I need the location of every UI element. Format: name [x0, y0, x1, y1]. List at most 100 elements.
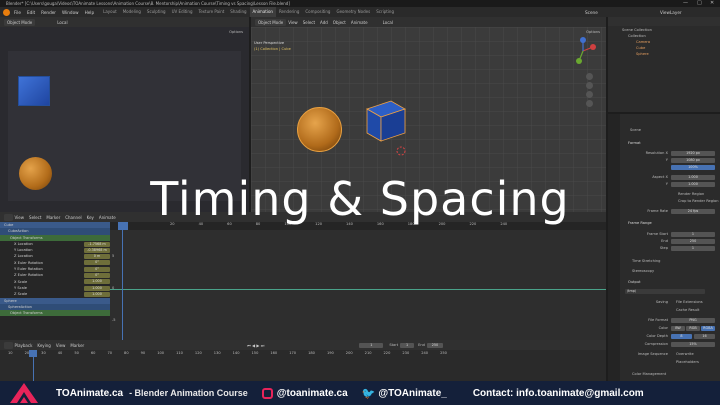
cube-object-3d[interactable]: [361, 97, 411, 145]
camera-transform-dropdown[interactable]: Local: [57, 20, 67, 25]
channel-value[interactable]: 0°: [84, 273, 110, 279]
footer-twitter[interactable]: @TOAnimate_: [378, 388, 446, 399]
channel-value[interactable]: 1.000: [84, 285, 110, 291]
tab-texture-paint[interactable]: Texture Paint: [195, 7, 227, 17]
viewport-options-button[interactable]: Options: [586, 30, 600, 34]
resolution-y-field[interactable]: 1080 px: [671, 158, 715, 163]
tab-animation[interactable]: Animation: [249, 7, 276, 17]
camera-options-button[interactable]: Options: [229, 30, 243, 34]
maximize-button[interactable]: □: [697, 0, 702, 7]
current-frame-field[interactable]: 1: [359, 342, 384, 348]
menu-render[interactable]: Render: [41, 10, 56, 15]
menu-animate[interactable]: Animate: [351, 20, 368, 25]
graph-y-tick: 5: [112, 254, 115, 258]
output-path-field[interactable]: /tmp\: [625, 289, 705, 294]
overwrite-checkbox[interactable]: Overwrite: [676, 352, 694, 356]
resolution-percent-field[interactable]: 100%: [671, 165, 715, 170]
timeline-playhead[interactable]: [33, 357, 34, 381]
footer-contact[interactable]: Contact: info.toanimate@gmail.com: [473, 388, 644, 399]
timeline-start-field[interactable]: 1: [400, 342, 415, 348]
channel-value[interactable]: -1.7568 m: [84, 241, 110, 247]
color-rgb-button[interactable]: RGB: [686, 326, 700, 331]
compression-slider[interactable]: 15%: [671, 342, 715, 347]
navigation-gizmo[interactable]: [569, 37, 597, 65]
format-section[interactable]: Format: [628, 141, 641, 145]
menu-help[interactable]: Help: [85, 10, 95, 15]
camera-mode-dropdown[interactable]: Object Mode: [4, 18, 36, 26]
outliner-header: [608, 17, 720, 26]
graph-playhead[interactable]: [122, 230, 123, 340]
playback-controls[interactable]: ⏮ ◀ ▶ ⏭: [247, 343, 264, 348]
tab-modeling[interactable]: Modeling: [120, 7, 144, 17]
frame-end-field[interactable]: 250: [671, 239, 715, 244]
ruler-label: 120: [194, 351, 202, 355]
3d-cursor-icon: [396, 146, 406, 156]
ruler-label: 130: [213, 351, 221, 355]
close-button[interactable]: ✕: [710, 0, 714, 7]
channel-value[interactable]: 0°: [84, 260, 110, 266]
menu-object[interactable]: Object: [333, 20, 346, 25]
output-section[interactable]: Output: [628, 280, 640, 284]
properties-tab-bar[interactable]: [608, 114, 620, 381]
channel-value[interactable]: 0 m: [84, 254, 110, 260]
graph-area[interactable]: 20 40 60 80 100 120 140 160 180 200 220 …: [110, 222, 606, 340]
camera-view-header: Object Mode Local: [0, 17, 249, 27]
tab-scripting[interactable]: Scripting: [373, 7, 397, 17]
frame-step-field[interactable]: 1: [671, 246, 715, 251]
timeline-menu-keying[interactable]: Keying: [37, 343, 50, 348]
channel-sphere-transforms[interactable]: Object Transforms: [0, 310, 110, 317]
tab-rendering[interactable]: Rendering: [276, 7, 302, 17]
timeline-ruler: 10 20 30 40 50 60 70 80 90 100 110 120 1…: [8, 351, 447, 355]
minimize-button[interactable]: —: [683, 0, 688, 7]
menu-view[interactable]: View: [288, 20, 298, 25]
menu-edit[interactable]: Edit: [27, 10, 35, 15]
file-extensions-checkbox[interactable]: File Extensions: [676, 300, 703, 304]
frame-start-field[interactable]: 1: [671, 232, 715, 237]
tab-shading[interactable]: Shading: [227, 7, 249, 17]
channel-value[interactable]: 1.000: [84, 291, 110, 297]
blender-logo-icon[interactable]: [3, 8, 10, 16]
timeline-menu-playback[interactable]: Playback: [15, 343, 33, 348]
cache-result-checkbox[interactable]: Cache Result: [676, 308, 699, 312]
menu-add[interactable]: Add: [320, 20, 328, 25]
viewport-nav-buttons[interactable]: [581, 71, 597, 131]
color-depth-8-button[interactable]: 8: [671, 334, 692, 339]
menu-window[interactable]: Window: [62, 10, 79, 15]
channel-value[interactable]: 1.000: [84, 279, 110, 285]
color-bw-button[interactable]: BW: [671, 326, 685, 331]
cube-object[interactable]: [18, 76, 50, 106]
timeline-end-field[interactable]: 250: [426, 342, 443, 348]
timeline-menu-view[interactable]: View: [56, 343, 66, 348]
ruler-label: 230: [402, 351, 410, 355]
resolution-x-field[interactable]: 1920 px: [671, 151, 715, 156]
object-mode-dropdown[interactable]: Object Mode: [255, 18, 287, 26]
footer-instagram[interactable]: @toanimate.ca: [277, 388, 348, 399]
color-depth-16-button[interactable]: 16: [694, 334, 715, 339]
channel-value[interactable]: 0°: [84, 266, 110, 272]
tab-geometry-nodes[interactable]: Geometry Nodes: [333, 7, 373, 17]
tab-compositing[interactable]: Compositing: [302, 7, 333, 17]
stereoscopy-section[interactable]: Stereoscopy: [632, 269, 654, 273]
sphere-object-3d[interactable]: [297, 107, 342, 152]
tab-uv-editing[interactable]: UV Editing: [169, 7, 196, 17]
outliner-item-sphere[interactable]: Sphere: [608, 50, 720, 56]
resolution-x-label: Resolution X: [645, 151, 668, 155]
file-format-dropdown[interactable]: PNG: [671, 318, 715, 323]
color-management-section[interactable]: Color Management: [632, 372, 666, 376]
view-layer-selector[interactable]: ViewLayer: [660, 10, 682, 15]
timeline-editor-type[interactable]: [4, 341, 13, 349]
tab-layout[interactable]: Layout: [100, 7, 120, 17]
tab-sculpting[interactable]: Sculpting: [144, 7, 169, 17]
footer-brand[interactable]: TOAnimate.ca: [56, 388, 123, 399]
color-rgba-button[interactable]: RGBA: [701, 326, 715, 331]
menu-select[interactable]: Select: [303, 20, 315, 25]
graph-fcurve-line[interactable]: [110, 289, 606, 290]
menu-file[interactable]: File: [14, 10, 21, 15]
scene-selector[interactable]: Scene: [585, 10, 598, 15]
time-stretching-section[interactable]: Time Stretching: [632, 259, 660, 263]
placeholders-checkbox[interactable]: Placeholders: [676, 360, 699, 364]
transform-orientation-dropdown[interactable]: Local: [383, 20, 393, 25]
timeline-menu-marker[interactable]: Marker: [70, 343, 84, 348]
channel-value[interactable]: -0.38968 m: [84, 247, 110, 253]
timeline-area[interactable]: 10 20 30 40 50 60 70 80 90 100 110 120 1…: [0, 350, 606, 381]
